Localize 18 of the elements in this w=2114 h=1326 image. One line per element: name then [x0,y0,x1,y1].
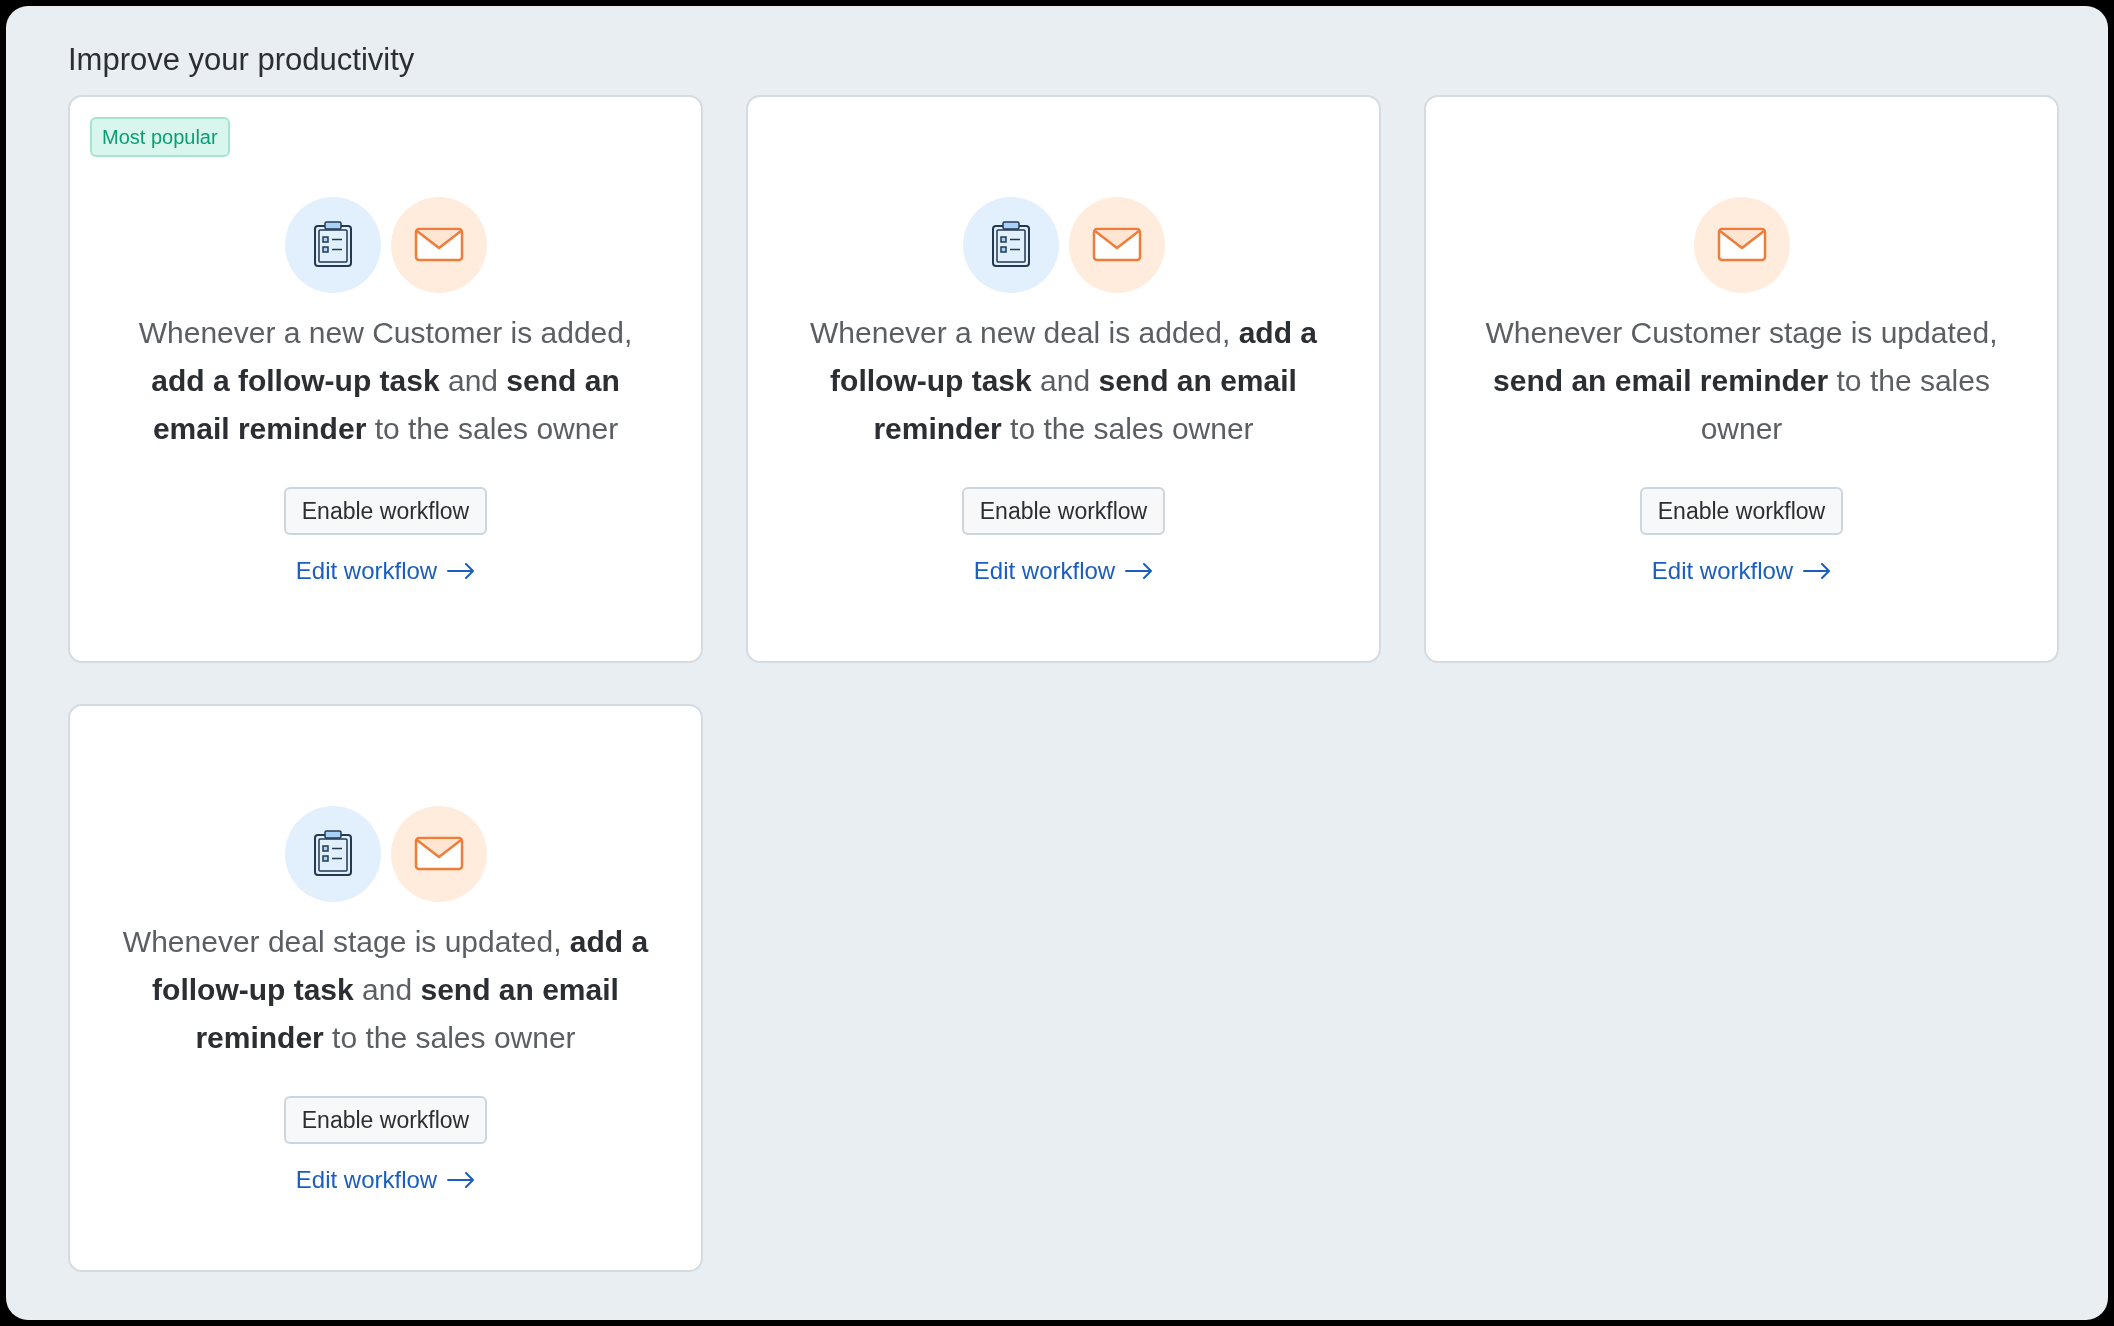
edit-workflow-link[interactable]: Edit workflow [295,557,476,585]
arrow-right-icon [447,1172,476,1188]
enable-workflow-button[interactable]: Enable workflow [283,1096,488,1144]
edit-workflow-link[interactable]: Edit workflow [973,557,1154,585]
arrow-right-icon [447,563,476,579]
workflow-description: Whenever Customer stage is updated, send an email reminder to the sales owner [1484,315,1999,447]
edit-workflow-link[interactable]: Edit workflow [295,1166,476,1194]
arrow-right-icon [1803,563,1832,579]
workflow-description: Whenever a new deal is added, add a follow-up task and send an email reminder to the sales owner [809,315,1318,447]
enable-workflow-button[interactable]: Enable workflow [283,487,488,535]
enable-workflow-button[interactable]: Enable workflow [961,487,1166,535]
arrow-right-icon [1125,563,1154,579]
workflow-description: Whenever deal stage is updated, add a follow-up task and send an email reminder to the sales owner [121,924,650,1056]
popular-badge: Most popular [90,117,230,157]
edit-workflow-link[interactable]: Edit workflow [1651,557,1832,585]
section-title: Improve your productivity [68,41,416,79]
enable-workflow-button[interactable]: Enable workflow [1639,487,1844,535]
workflow-description: Whenever a new Customer is added, add a follow-up task and send an email reminder to the sales owner [137,315,634,447]
